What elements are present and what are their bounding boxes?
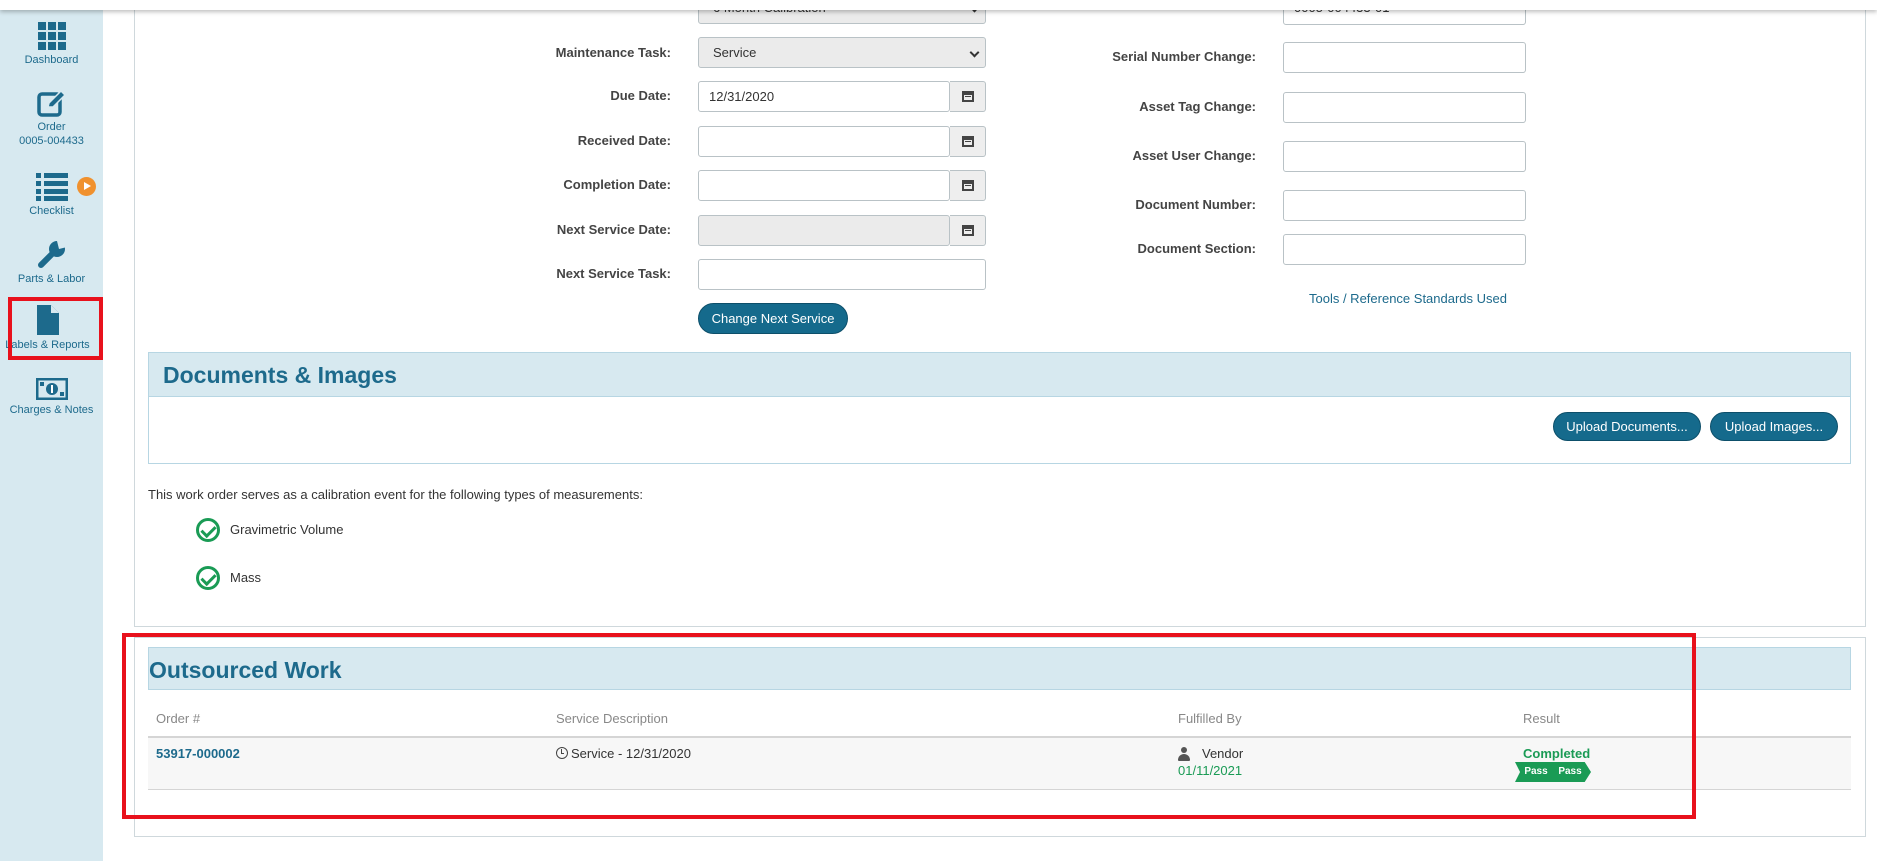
next-service-task-input[interactable] (698, 259, 986, 290)
play-icon[interactable] (77, 177, 96, 196)
top-header-edge (0, 0, 1877, 10)
highlight-box-outsourced-work (122, 633, 1696, 819)
wrench-icon (37, 241, 67, 268)
document-section-label: Document Section: (1137, 241, 1256, 256)
documents-images-title: Documents & Images (163, 362, 397, 388)
due-date-label: Due Date: (610, 88, 671, 103)
next-service-task-label: Next Service Task: (556, 266, 671, 281)
sidebar-item-label: Charges & Notes (9, 404, 94, 416)
change-next-service-button[interactable]: Change Next Service (698, 303, 848, 334)
grid-icon (37, 22, 66, 50)
check-circle-icon (196, 566, 220, 590)
sidebar-item-sublabel: 0005-004433 (19, 135, 84, 147)
upload-documents-button[interactable]: Upload Documents... (1553, 412, 1701, 441)
money-icon (35, 378, 68, 400)
completion-date-label: Completion Date: (563, 177, 671, 192)
serial-number-change-input[interactable] (1283, 42, 1526, 73)
sidebar-item-order[interactable]: Order 0005-004433 (0, 89, 103, 148)
asset-user-change-input[interactable] (1283, 141, 1526, 172)
calendar-icon (962, 136, 974, 147)
calendar-icon (962, 225, 974, 236)
document-section-input[interactable] (1283, 234, 1526, 265)
serial-number-change-label: Serial Number Change: (1112, 49, 1256, 64)
received-date-input[interactable] (698, 126, 950, 157)
measurement-label: Mass (230, 570, 262, 585)
tools-reference-standards-link[interactable]: Tools / Reference Standards Used (1309, 291, 1507, 306)
due-date-calendar-button[interactable] (950, 81, 986, 112)
sidebar-item-charges-notes[interactable]: Charges & Notes (0, 378, 103, 417)
documents-images-section: Documents & Images Upload Documents... U… (148, 352, 1851, 464)
document-number-input[interactable] (1283, 190, 1526, 221)
documents-images-header: Documents & Images (149, 353, 1850, 397)
completion-date-calendar-button[interactable] (950, 170, 986, 201)
work-order-panel (134, 0, 1866, 627)
asset-user-change-label: Asset User Change: (1132, 148, 1256, 163)
sidebar-item-parts-labor[interactable]: Parts & Labor (0, 239, 103, 286)
received-date-label: Received Date: (577, 133, 671, 148)
next-service-date-input (698, 215, 950, 246)
sidebar-item-label: Checklist (29, 205, 74, 217)
next-service-date-label: Next Service Date: (556, 222, 671, 237)
document-number-label: Document Number: (1135, 197, 1256, 212)
maintenance-task-label: Maintenance Task: (555, 45, 671, 60)
maintenance-task-value: Service (713, 45, 757, 60)
due-date-input[interactable]: 12/31/2020 (698, 81, 950, 112)
calibration-intro-text: This work order serves as a calibration … (148, 487, 643, 502)
edit-icon (36, 89, 66, 117)
sidebar-item-label: Order (37, 121, 66, 133)
chevron-down-icon (969, 47, 980, 58)
asset-tag-change-label: Asset Tag Change: (1139, 99, 1256, 114)
next-service-date-calendar-button[interactable] (950, 215, 986, 246)
check-circle-icon (196, 518, 220, 542)
calendar-icon (962, 91, 974, 102)
calendar-icon (962, 180, 974, 191)
completion-date-input[interactable] (698, 170, 950, 201)
sidebar-item-dashboard[interactable]: Dashboard (0, 22, 103, 67)
highlight-box-sidebar (8, 297, 103, 360)
sidebar-item-label: Dashboard (24, 54, 79, 66)
received-date-calendar-button[interactable] (950, 126, 986, 157)
measurement-label: Gravimetric Volume (230, 522, 344, 537)
maintenance-task-select[interactable]: Service (698, 37, 986, 68)
sidebar-item-label: Parts & Labor (17, 273, 86, 285)
upload-images-button[interactable]: Upload Images... (1710, 412, 1838, 441)
asset-tag-change-input[interactable] (1283, 92, 1526, 123)
sidebar: Dashboard Order 0005-004433 Checklist Pa… (0, 0, 103, 861)
list-icon (35, 173, 68, 201)
